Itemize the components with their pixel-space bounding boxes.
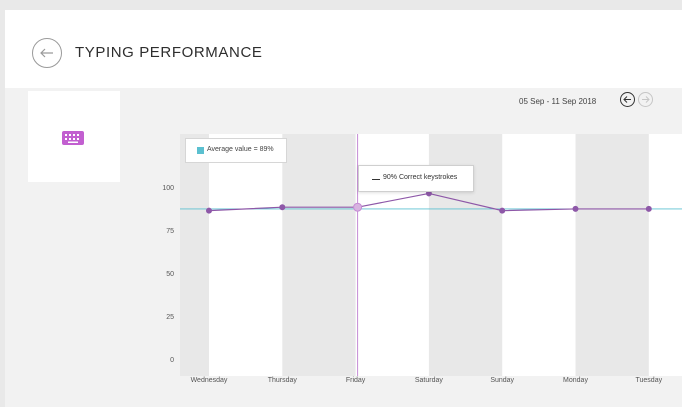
y-tick-label: 100 xyxy=(162,185,174,192)
y-tick-label: 75 xyxy=(166,228,174,235)
x-tick-label: Wednesday xyxy=(190,377,228,384)
data-point xyxy=(645,205,652,212)
y-tick-label: 0 xyxy=(170,357,174,364)
day-band xyxy=(648,134,682,376)
x-tick-label: Thursday xyxy=(267,377,297,384)
data-point xyxy=(499,207,506,214)
tooltip-series-marker xyxy=(372,179,380,180)
legend-swatch xyxy=(197,147,204,154)
data-point xyxy=(279,204,286,211)
y-tick-label: 50 xyxy=(166,271,174,278)
data-point xyxy=(572,205,579,212)
legend-label: Average value = 89% xyxy=(207,146,274,153)
x-tick-label: Monday xyxy=(563,377,588,384)
tooltip-label: 90% Correct keystrokes xyxy=(383,174,458,181)
day-band xyxy=(502,134,576,376)
data-point xyxy=(206,207,212,214)
data-point-highlighted xyxy=(353,202,363,212)
x-tick-label: Sunday xyxy=(490,377,515,384)
x-tick-label: Friday xyxy=(345,377,366,384)
day-band xyxy=(209,134,283,376)
x-tick-label: Tuesday xyxy=(635,377,663,384)
x-tick-label: Saturday xyxy=(414,377,443,384)
y-tick-label: 25 xyxy=(166,314,174,321)
typing-performance-chart xyxy=(180,134,682,376)
chart-legend: Average value = 89% xyxy=(185,138,287,163)
data-tooltip: 90% Correct keystrokes xyxy=(358,165,474,192)
